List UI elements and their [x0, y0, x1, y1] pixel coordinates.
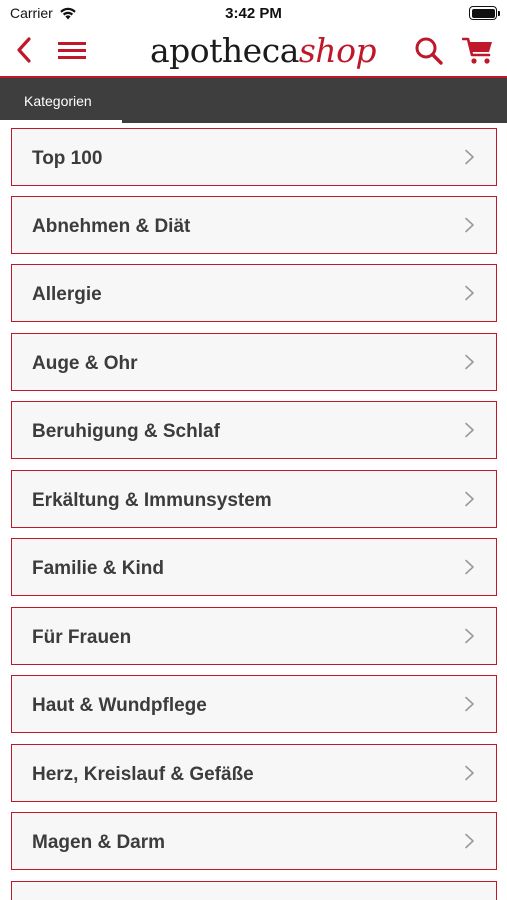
apothecashop-logo[interactable]: apothecashop [150, 28, 377, 76]
category-label: Beruhigung & Schlaf [32, 421, 220, 442]
chevron-right-icon [465, 285, 474, 301]
category-item[interactable]: Auge & Ohr [11, 333, 497, 391]
logo-text-shop: shop [298, 31, 377, 70]
menu-line [58, 49, 86, 52]
category-label: Magen & Darm [32, 832, 166, 853]
search-icon [415, 37, 443, 65]
category-item[interactable]: Erkältung & Immunsystem [11, 470, 497, 528]
chevron-right-icon [465, 833, 474, 849]
tab-bar: Kategorien [0, 78, 507, 123]
category-list[interactable]: Top 100 Abnehmen & Diät Allergie Auge & … [0, 123, 507, 900]
category-item[interactable]: Allergie [11, 264, 497, 322]
status-bar: Carrier 3:42 PM [0, 0, 507, 28]
category-item[interactable]: Abnehmen & Diät [11, 196, 497, 254]
tab-kategorien-label: Kategorien [24, 93, 92, 109]
chevron-right-icon [465, 217, 474, 233]
search-button[interactable] [414, 36, 444, 66]
chevron-left-icon [17, 37, 31, 63]
category-item-partial[interactable] [11, 881, 497, 900]
tab-kategorien[interactable]: Kategorien [0, 78, 122, 123]
chevron-right-icon [465, 149, 474, 165]
chevron-right-icon [465, 696, 474, 712]
category-label: Herz, Kreislauf & Gefäße [32, 764, 254, 785]
category-label: Allergie [32, 284, 102, 305]
hamburger-menu-button[interactable] [56, 38, 88, 62]
chevron-right-icon [465, 354, 474, 370]
category-label: Familie & Kind [32, 558, 164, 579]
menu-line [58, 42, 86, 45]
chevron-right-icon [465, 559, 474, 575]
chevron-right-icon [465, 628, 474, 644]
chevron-right-icon [465, 422, 474, 438]
category-item[interactable]: Top 100 [11, 128, 497, 186]
category-label: Top 100 [32, 148, 103, 169]
chevron-right-icon [465, 491, 474, 507]
status-time: 3:42 PM [225, 5, 282, 22]
category-item[interactable]: Herz, Kreislauf & Gefäße [11, 744, 497, 802]
back-button[interactable] [14, 36, 34, 64]
category-label: Abnehmen & Diät [32, 216, 191, 237]
category-label: Haut & Wundpflege [32, 695, 207, 716]
menu-line [58, 56, 86, 59]
cart-button[interactable] [461, 36, 494, 66]
logo-text-apotheca: apotheca [150, 31, 299, 70]
nav-bar: apothecashop [0, 28, 507, 76]
category-item[interactable]: Für Frauen [11, 607, 497, 665]
category-item[interactable]: Magen & Darm [11, 812, 497, 870]
category-item[interactable]: Beruhigung & Schlaf [11, 401, 497, 459]
category-label: Auge & Ohr [32, 353, 138, 374]
category-label: Für Frauen [32, 627, 132, 648]
chevron-right-icon [465, 765, 474, 781]
battery-icon [469, 6, 500, 20]
cart-icon [461, 37, 492, 64]
category-item[interactable]: Familie & Kind [11, 538, 497, 596]
category-item[interactable]: Haut & Wundpflege [11, 675, 497, 733]
category-label: Erkältung & Immunsystem [32, 490, 272, 511]
app-screen: Carrier 3:42 PM apothecashop Kategorien … [0, 0, 507, 900]
